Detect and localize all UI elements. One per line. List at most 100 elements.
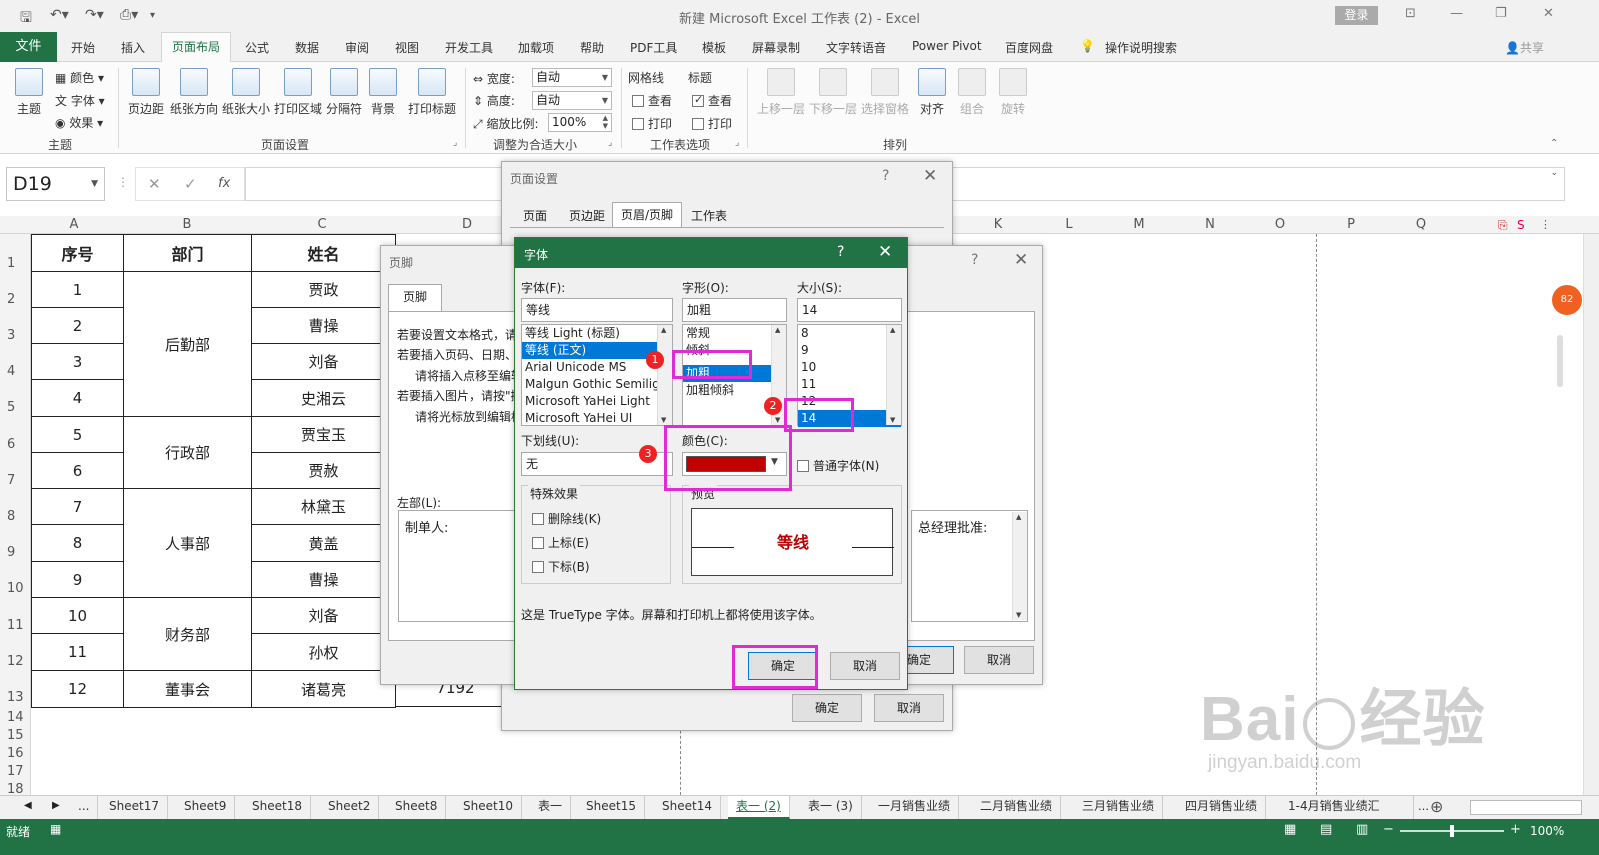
- number-cell[interactable]: 11: [32, 634, 124, 671]
- number-cell[interactable]: 7: [32, 489, 124, 525]
- orientation-button[interactable]: 纸张方向: [168, 68, 220, 117]
- tab-help[interactable]: 帮助: [580, 39, 604, 56]
- font-list-item[interactable]: 等线 Light (标题): [522, 325, 672, 342]
- number-cell[interactable]: 3: [32, 344, 124, 380]
- zoom-slider[interactable]: [1400, 825, 1504, 837]
- headings-print-checkbox[interactable]: 打印: [692, 115, 732, 132]
- row-header[interactable]: 5: [0, 400, 30, 415]
- name-cell[interactable]: 曹操: [252, 562, 396, 598]
- row-header[interactable]: 4: [0, 364, 30, 379]
- name-cell[interactable]: 刘备: [252, 344, 396, 380]
- page-break-view-icon[interactable]: ▥: [1356, 822, 1368, 837]
- row-header[interactable]: 3: [0, 328, 30, 343]
- floating-badge[interactable]: 82: [1552, 285, 1582, 315]
- rotate-button[interactable]: 旋转: [996, 68, 1030, 117]
- sheet-tab[interactable]: 二月销售业绩: [972, 796, 1062, 819]
- tab-page[interactable]: 页面: [512, 205, 558, 227]
- sheet-tab-active[interactable]: 表一 (2): [728, 796, 790, 819]
- sheet-tab[interactable]: Sheet8: [387, 796, 447, 819]
- pdf-icon[interactable]: ⎘: [1498, 218, 1508, 233]
- sheet-tab[interactable]: Sheet9: [176, 796, 236, 819]
- send-backward-button[interactable]: 下移一层: [807, 68, 859, 117]
- sheet-tab[interactable]: 一月销售业绩: [870, 796, 960, 819]
- tab-text-to-speech[interactable]: 文字转语音: [826, 39, 886, 56]
- name-cell[interactable]: 贾宝玉: [252, 417, 396, 453]
- header-cell[interactable]: 姓名: [252, 235, 396, 272]
- department-cell[interactable]: 后勤部: [124, 272, 252, 417]
- tab-file[interactable]: 文件: [0, 32, 57, 62]
- row-header[interactable]: 13: [0, 690, 30, 705]
- tab-margins[interactable]: 页边距: [562, 205, 612, 227]
- column-header-l[interactable]: L: [1057, 217, 1081, 232]
- tell-me-search[interactable]: 操作说明搜索: [1105, 39, 1177, 56]
- sheet-tab[interactable]: Sheet10: [455, 796, 522, 819]
- print-area-button[interactable]: 打印区域: [272, 68, 324, 117]
- tab-footer[interactable]: 页脚: [388, 284, 442, 311]
- strikethrough-checkbox[interactable]: 删除线(K): [532, 510, 601, 527]
- number-cell[interactable]: 8: [32, 525, 124, 562]
- font-size-input[interactable]: 14: [797, 298, 902, 322]
- font-list[interactable]: 等线 Light (标题) 等线 (正文) Arial Unicode MS M…: [521, 324, 673, 426]
- close-icon[interactable]: ✕: [923, 166, 937, 186]
- right-section-scrollbar[interactable]: [1012, 512, 1027, 620]
- number-cell[interactable]: 1: [32, 272, 124, 308]
- more-icon[interactable]: ⋮: [1540, 218, 1551, 231]
- tab-page-layout[interactable]: 页面布局: [161, 32, 231, 63]
- name-box[interactable]: D19 ▼: [6, 167, 105, 201]
- close-icon[interactable]: ✕: [1543, 6, 1554, 21]
- ribbon-display-icon[interactable]: ⊡: [1405, 6, 1416, 21]
- align-button[interactable]: 对齐: [915, 68, 949, 117]
- minimize-icon[interactable]: —: [1450, 6, 1463, 21]
- name-cell[interactable]: 刘备: [252, 598, 396, 634]
- zoom-in-icon[interactable]: +: [1510, 822, 1521, 837]
- sheet-tab[interactable]: 表一: [530, 796, 572, 819]
- row-header[interactable]: 10: [0, 581, 30, 596]
- paper-size-button[interactable]: 纸张大小: [220, 68, 272, 117]
- right-section-input[interactable]: 总经理批准:: [911, 510, 1028, 622]
- department-cell[interactable]: 人事部: [124, 489, 252, 598]
- department-cell[interactable]: 行政部: [124, 417, 252, 489]
- sheet-tab-more[interactable]: ...: [70, 796, 99, 819]
- print-titles-button[interactable]: 打印标题: [405, 68, 459, 117]
- selection-pane-button[interactable]: 选择窗格: [859, 68, 911, 117]
- background-button[interactable]: 背景: [366, 68, 400, 117]
- breaks-button[interactable]: 分隔符: [324, 68, 364, 117]
- column-header-k[interactable]: K: [986, 217, 1010, 232]
- name-cell[interactable]: 黄盖: [252, 525, 396, 562]
- header-cell[interactable]: 部门: [124, 235, 252, 272]
- row-header[interactable]: 16: [0, 746, 30, 761]
- sogou-icon[interactable]: S: [1517, 218, 1525, 232]
- height-select[interactable]: 自动 ▼: [532, 91, 612, 110]
- tab-insert[interactable]: 插入: [121, 39, 145, 56]
- tab-pdf-tools[interactable]: PDF工具: [630, 39, 677, 56]
- add-sheet-icon[interactable]: ⊕: [1430, 797, 1443, 816]
- name-cell[interactable]: 贾政: [252, 272, 396, 308]
- fonts-button[interactable]: 文 字体 ▾: [55, 92, 105, 109]
- row-header[interactable]: 8: [0, 509, 30, 524]
- column-header-q[interactable]: Q: [1409, 217, 1433, 232]
- gridlines-view-checkbox[interactable]: 查看: [632, 92, 672, 109]
- scale-launcher-icon[interactable]: ⌟: [608, 138, 612, 148]
- name-cell[interactable]: 贾赦: [252, 453, 396, 489]
- subscript-checkbox[interactable]: 下标(B): [532, 558, 590, 575]
- department-cell[interactable]: 财务部: [124, 598, 252, 671]
- close-icon[interactable]: ✕: [1014, 250, 1028, 270]
- font-cancel-button[interactable]: 取消: [830, 652, 900, 680]
- tab-screen-record[interactable]: 屏幕录制: [752, 39, 800, 56]
- themes-button[interactable]: 主题: [12, 68, 46, 117]
- name-cell[interactable]: 曹操: [252, 308, 396, 344]
- tab-home[interactable]: 开始: [71, 39, 95, 56]
- headings-view-checkbox[interactable]: 查看: [692, 92, 732, 109]
- name-cell[interactable]: 诸葛亮: [252, 671, 396, 708]
- tab-view[interactable]: 视图: [395, 39, 419, 56]
- horizontal-scrollbar[interactable]: [1470, 800, 1582, 815]
- normal-view-icon[interactable]: ▦: [1284, 822, 1296, 837]
- superscript-checkbox[interactable]: 上标(E): [532, 534, 589, 551]
- row-header[interactable]: 7: [0, 473, 30, 488]
- font-list-item[interactable]: Microsoft YaHei Light: [522, 393, 672, 410]
- tab-addins[interactable]: 加载项: [518, 39, 554, 56]
- font-list-scrollbar[interactable]: [657, 325, 672, 425]
- page-setup-ok-button[interactable]: 确定: [792, 694, 862, 722]
- page-setup-cancel-button[interactable]: 取消: [874, 694, 944, 722]
- bring-forward-button[interactable]: 上移一层: [755, 68, 807, 117]
